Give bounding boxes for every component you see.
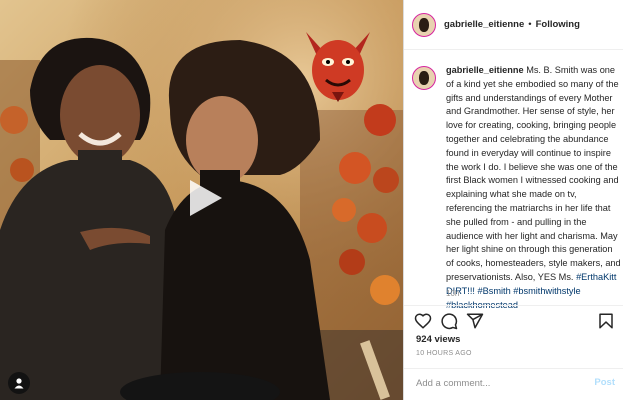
comment-icon: [441, 313, 458, 330]
action-bar: [404, 305, 623, 336]
caption-text-block: gabrielle_eitienne Ms. B. Smith was one …: [446, 64, 622, 312]
caption-age[interactable]: 10h: [446, 289, 459, 298]
save-button[interactable]: [597, 312, 615, 330]
user-tag-icon: [14, 378, 24, 389]
post-button[interactable]: Post: [594, 377, 615, 388]
comment-button[interactable]: [440, 312, 458, 330]
caption-avatar[interactable]: [412, 66, 436, 90]
like-button[interactable]: [414, 312, 432, 330]
post-side-panel: gabrielle_eitienne • Following gabrielle…: [403, 0, 623, 400]
user-tag-button[interactable]: [8, 372, 30, 394]
share-button[interactable]: [466, 312, 484, 330]
post-header: gabrielle_eitienne • Following: [404, 0, 623, 50]
comment-bar: Post: [404, 368, 623, 400]
comment-input[interactable]: [414, 377, 588, 390]
hashtag-link[interactable]: #Bsmith: [478, 286, 511, 296]
heart-icon: [414, 313, 432, 329]
caption-body: Ms. B. Smith was one of a kind yet she e…: [446, 65, 621, 282]
header-username[interactable]: gabrielle_eitienne: [444, 19, 524, 30]
share-icon: [466, 313, 484, 329]
following-button[interactable]: Following: [536, 19, 580, 30]
play-button[interactable]: [182, 176, 226, 220]
header-separator: •: [528, 19, 532, 30]
post-timestamp[interactable]: 10 HOURS AGO: [416, 350, 472, 357]
hashtag-link[interactable]: #bsmithwithstyle: [513, 286, 580, 296]
avatar[interactable]: [412, 12, 436, 37]
caption-username[interactable]: gabrielle_eitienne: [446, 65, 524, 75]
play-icon: [190, 180, 222, 216]
bookmark-icon: [599, 313, 613, 329]
view-count[interactable]: 924 views: [416, 334, 460, 345]
post-video[interactable]: [0, 0, 403, 400]
